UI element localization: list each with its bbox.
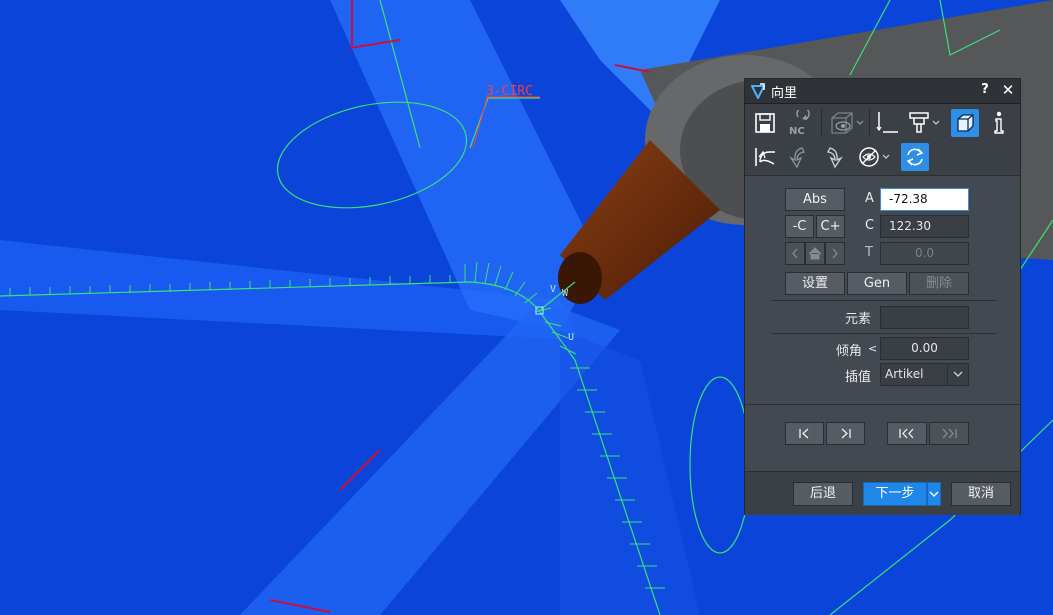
angle-a-input[interactable]: -72.38	[880, 188, 969, 211]
gen-button[interactable]: Gen	[847, 272, 907, 295]
rotate-left-icon[interactable]	[785, 143, 813, 171]
last-button[interactable]	[826, 422, 865, 445]
tilt-input[interactable]: 0.00	[880, 337, 969, 360]
info-icon[interactable]	[985, 109, 1013, 137]
settings-button[interactable]: 设置	[785, 272, 845, 295]
element-label: 元素	[845, 312, 872, 327]
abs-button[interactable]: Abs	[785, 188, 845, 211]
field-c-label: C	[865, 218, 875, 233]
element-input[interactable]	[880, 306, 969, 329]
cancel-button[interactable]: 取消	[951, 482, 1011, 506]
axis-label-u: U	[568, 332, 574, 343]
refresh-icon[interactable]	[901, 143, 929, 171]
dialog-app-icon	[750, 83, 766, 101]
next-step-dropdown[interactable]	[927, 482, 941, 506]
fast-forward-button	[929, 422, 969, 445]
visibility-icon[interactable]	[855, 143, 895, 171]
prev-arrow-button[interactable]	[785, 242, 805, 265]
home-button[interactable]	[805, 242, 825, 265]
rewind-button[interactable]	[887, 422, 927, 445]
return-icon[interactable]	[751, 143, 779, 171]
interpolation-value: Artikel	[885, 367, 924, 381]
interpolation-select[interactable]: Artikel	[880, 363, 969, 386]
interpolation-label: 插值	[845, 370, 872, 385]
measure-icon[interactable]	[873, 109, 901, 137]
help-button[interactable]: ?	[977, 82, 993, 100]
save-icon[interactable]	[751, 109, 779, 137]
next-step-button[interactable]: 下一步	[863, 482, 927, 506]
t-input: 0.0	[880, 242, 969, 265]
dialog-footer: 后退 下一步 取消	[745, 471, 1020, 515]
tilt-label: 倾角	[836, 344, 863, 359]
close-button[interactable]: ✕	[999, 81, 1017, 101]
tilt-symbol: <	[868, 342, 878, 355]
plus-c-button[interactable]: C+	[816, 215, 845, 238]
view-cube-icon[interactable]	[827, 109, 867, 137]
delete-button: 删除	[909, 272, 969, 295]
angle-c-input[interactable]: 122.30	[880, 215, 969, 238]
parameter-panel: Abs A -72.38 -C C+ C 122.30 T 0.0 设置 Gen…	[745, 175, 1020, 472]
next-arrow-button[interactable]	[825, 242, 845, 265]
axis-label-w: W	[562, 288, 569, 299]
nc-icon[interactable]: NC	[785, 109, 813, 137]
cube-icon[interactable]	[951, 109, 979, 137]
field-t-label: T	[865, 245, 873, 260]
axis-label-v: V	[550, 284, 556, 295]
orientation-dialog: 向里 ? ✕ NC Abs A -72.38 -C C+ C 122.30 T …	[744, 78, 1021, 515]
field-a-label: A	[865, 191, 874, 206]
dialog-titlebar[interactable]: 向里 ? ✕	[745, 79, 1020, 104]
tool-icon[interactable]	[905, 109, 945, 137]
back-button[interactable]: 后退	[793, 482, 853, 506]
circle-annotation: 3-CIRC	[486, 84, 533, 99]
chevron-down-icon	[947, 364, 968, 385]
svg-text:NC: NC	[789, 126, 805, 136]
dialog-title: 向里	[771, 86, 798, 101]
minus-c-button[interactable]: -C	[785, 215, 814, 238]
first-button[interactable]	[785, 422, 824, 445]
rotate-right-icon[interactable]	[819, 143, 847, 171]
